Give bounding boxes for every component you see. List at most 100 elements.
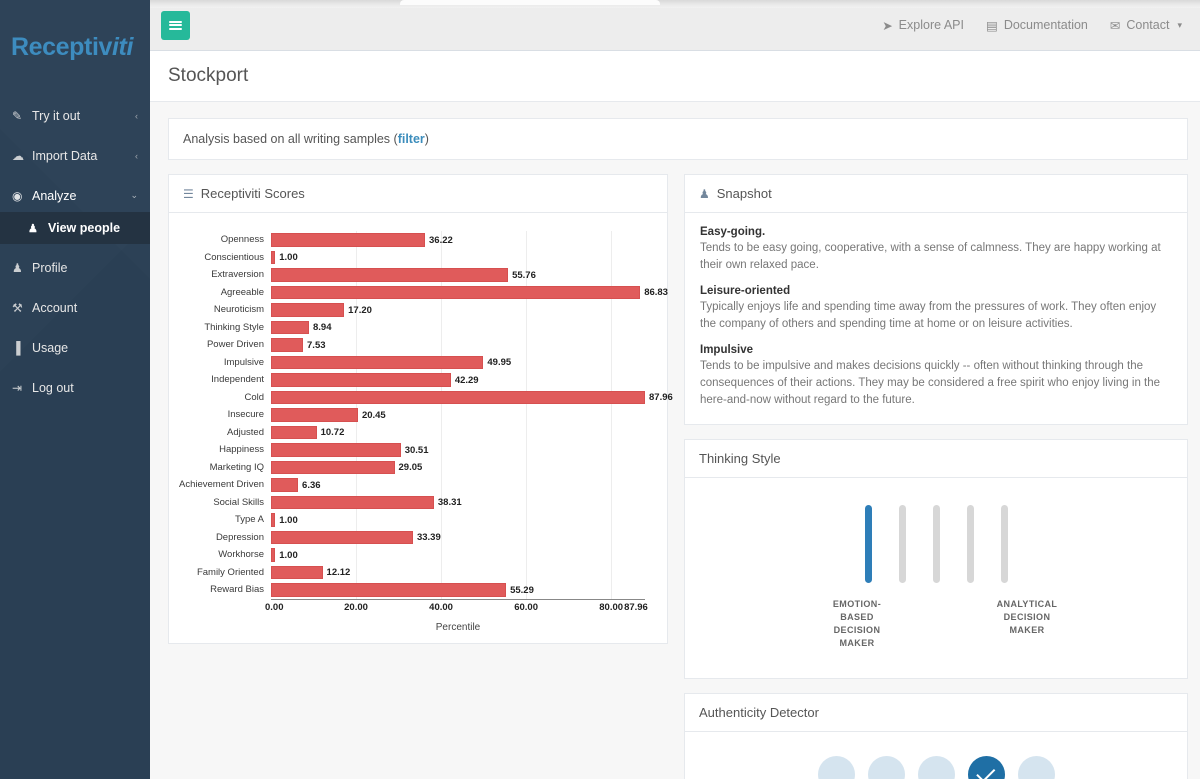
brand-logo[interactable]: Receptiviti <box>0 0 150 95</box>
chart-category-label: Workhorse <box>218 549 264 561</box>
label-line: MAKER <box>1009 625 1045 636</box>
chart-bar[interactable] <box>271 233 425 247</box>
chart-bar-track: 87.96 <box>271 388 673 406</box>
chart-bar-track: 17.20 <box>271 301 645 319</box>
chart-gridline <box>441 423 443 441</box>
thinking-style-header: Thinking Style <box>685 440 1187 479</box>
chart-category-label: Achievement Driven <box>179 479 265 491</box>
chart-bar[interactable] <box>271 303 345 317</box>
thinking-style-bar[interactable] <box>1000 505 1008 584</box>
nav-link-contact[interactable]: ✉ Contact ▾ <box>1110 18 1182 33</box>
browser-tab[interactable] <box>400 0 660 5</box>
sidebar-item-usage[interactable]: ▐ Usage <box>0 331 150 364</box>
chart-category-label: Depression <box>215 531 264 543</box>
authenticity-dot[interactable] <box>967 756 1005 779</box>
sidebar-item-import-data[interactable]: ☁ Import Data ‹ <box>0 139 150 172</box>
sidebar-item-view-people[interactable]: ♟ View people <box>0 212 150 244</box>
chart-bar-row: Neuroticism 17.20 <box>179 301 645 319</box>
analysis-banner: Analysis based on all writing samples (f… <box>168 118 1188 160</box>
chart-gridline <box>441 248 443 266</box>
chart-category-label: Adjusted <box>227 426 264 438</box>
chart-gridline <box>611 406 613 424</box>
chart-gridline <box>441 336 443 354</box>
thinking-style-bar[interactable] <box>932 505 940 584</box>
chart-bar[interactable] <box>271 373 451 387</box>
chart-bar[interactable] <box>271 355 484 369</box>
sidebar-item-analyze[interactable]: ◉ Analyze ⌄ <box>0 179 150 212</box>
chart-axis-tick: 60.00 <box>514 601 538 613</box>
label-line: EMOTION- <box>832 599 882 610</box>
chart-bar-track: 20.45 <box>271 406 645 424</box>
chart-bar-track: 42.29 <box>271 371 645 389</box>
menu-icon-bar <box>169 27 182 30</box>
chart-bar[interactable] <box>271 320 309 334</box>
chart-bar[interactable] <box>271 460 395 474</box>
receptiviti-scores-header: ☰ Receptiviti Scores <box>169 175 667 213</box>
chart-bar-value: 30.51 <box>404 444 429 456</box>
chart-gridline <box>356 423 358 441</box>
app-root: Receptiviti ✎ Try it out ‹ ☁ Import Data… <box>0 0 1200 779</box>
chart-bar[interactable] <box>271 338 304 352</box>
chart-bar-value: 12.12 <box>326 567 351 578</box>
chart-category-label: Extraversion <box>211 269 264 281</box>
thinking-style-bar[interactable] <box>898 505 906 584</box>
chart-bar[interactable] <box>271 285 641 299</box>
chart-bar-row: Happiness 30.51 <box>179 441 645 459</box>
filter-link[interactable]: filter <box>398 132 425 146</box>
chart-gridline <box>611 353 613 371</box>
chart-bar[interactable] <box>271 390 645 404</box>
chart-gridline <box>526 511 528 529</box>
authenticity-header: Authenticity Detector <box>685 694 1187 733</box>
authenticity-dot[interactable] <box>917 756 955 779</box>
chart-category-label: Power Driven <box>206 339 264 351</box>
sidebar-item-log-out[interactable]: ⇥ Log out <box>0 371 150 404</box>
thinking-style-bar[interactable] <box>966 505 974 584</box>
sidebar-item-account[interactable]: ⚒ Account <box>0 291 150 324</box>
nav-link-explore-api[interactable]: ➤ Explore API <box>882 18 964 33</box>
snapshot-heading: Leisure-oriented <box>700 285 791 298</box>
menu-icon-bar <box>169 20 182 23</box>
chart-category-label: Agreeable <box>220 286 264 298</box>
chart-bar[interactable] <box>271 495 434 509</box>
chart-bar-track: 12.12 <box>271 563 645 581</box>
authenticity-dot[interactable] <box>817 756 855 779</box>
chart-gridline <box>526 301 528 319</box>
chart-gridline <box>611 441 613 459</box>
authenticity-dot[interactable] <box>1017 756 1055 779</box>
chart-bar[interactable] <box>271 268 509 282</box>
chart-bar-track: 86.83 <box>271 283 668 301</box>
chart-category-label: Happiness <box>219 444 264 456</box>
sidebar-item-profile[interactable]: ♟ Profile <box>0 251 150 284</box>
snapshot-text: Typically enjoys life and spending time … <box>700 301 1157 331</box>
sidebar-item-try-it-out[interactable]: ✎ Try it out ‹ <box>0 99 150 132</box>
chart-gridline <box>611 231 613 249</box>
chart-bar[interactable] <box>271 565 323 579</box>
envelope-icon: ✉ <box>1109 18 1121 33</box>
menu-toggle-button[interactable] <box>161 10 190 40</box>
chart-bar[interactable] <box>271 443 401 457</box>
chart-bar[interactable] <box>271 548 276 562</box>
chart-bar[interactable] <box>271 583 507 597</box>
chart-bar[interactable] <box>271 425 317 439</box>
authenticity-detector-panel: Authenticity Detector LIKELYINAUTHENTICL… <box>684 693 1188 779</box>
authenticity-dot[interactable] <box>867 756 905 779</box>
chart-bar-track: 36.22 <box>271 231 645 249</box>
sign-out-icon: ⇥ <box>12 380 23 395</box>
chart-gridline <box>526 546 528 564</box>
chart-bar[interactable] <box>271 250 276 264</box>
user-icon: ♟ <box>12 260 23 275</box>
nav-link-label: Contact <box>1126 18 1170 32</box>
chart-bar[interactable] <box>271 513 276 527</box>
chart-bar[interactable] <box>271 530 413 544</box>
chart-gridline <box>611 493 613 511</box>
thinking-style-bar[interactable] <box>864 505 872 584</box>
nav-link-documentation[interactable]: ▤ Documentation <box>986 18 1088 33</box>
panel-title: Receptiviti Scores <box>200 186 305 201</box>
chart-gridline <box>441 406 443 424</box>
chart-bar-value: 20.45 <box>361 409 386 421</box>
chart-bar[interactable] <box>271 408 358 422</box>
chart-bar[interactable] <box>271 478 299 492</box>
